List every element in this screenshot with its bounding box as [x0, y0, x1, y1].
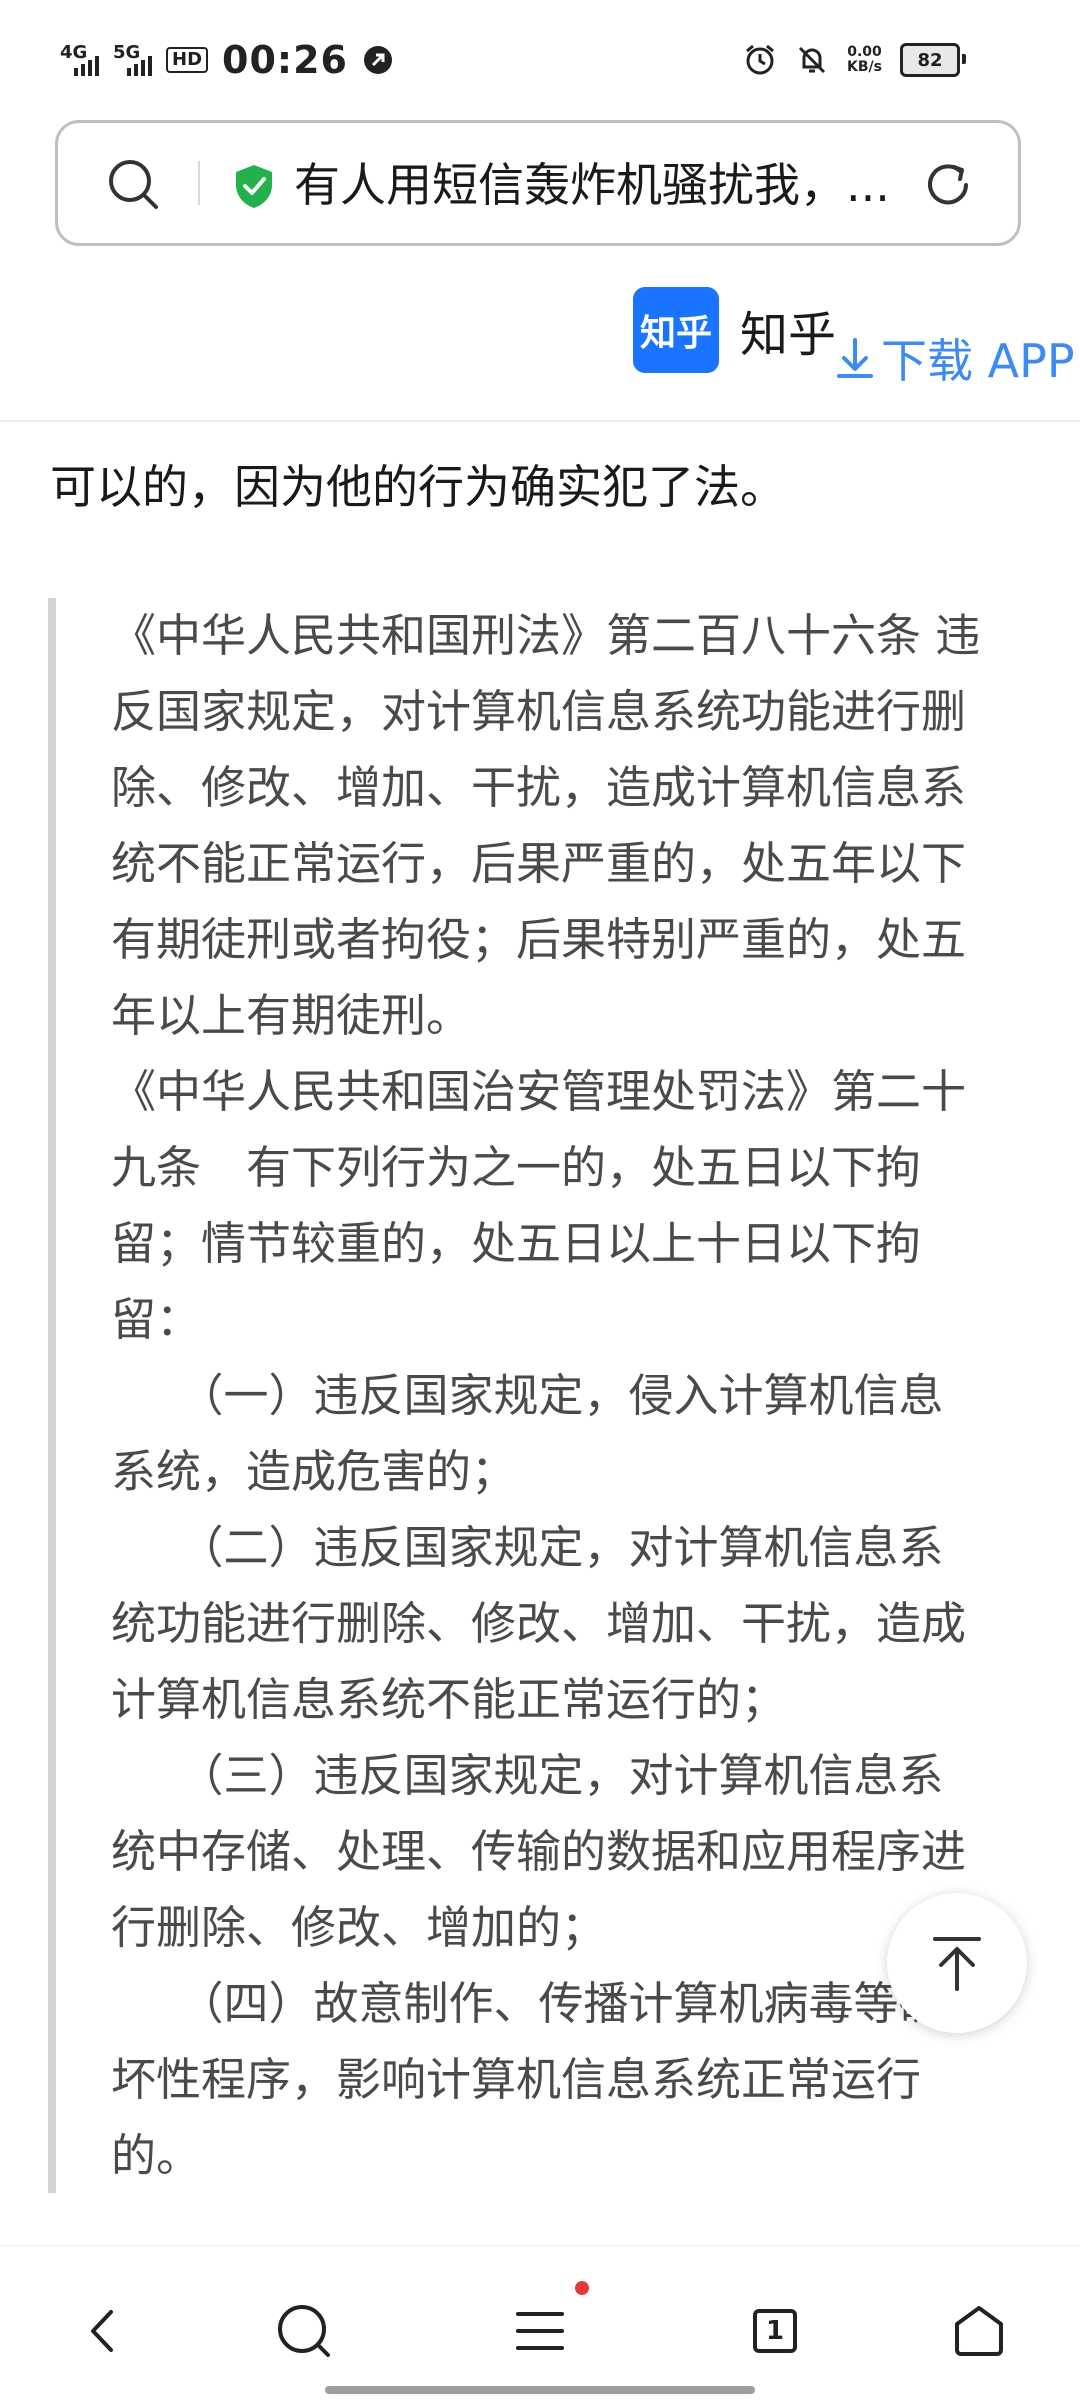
speed-unit: KB/s: [847, 59, 882, 75]
site-header: 知乎 知乎 下载 APP: [0, 285, 1080, 422]
download-label: 下载 APP: [881, 334, 1075, 388]
tabs-count: 1: [765, 2316, 785, 2346]
arrow-up-icon: [933, 1937, 981, 1991]
bottom-nav: 1: [0, 2245, 1080, 2401]
quote-line: 统中存储、处理、传输的数据和应用程序进: [111, 1825, 967, 1878]
home-icon: [955, 2306, 1003, 2356]
quote-line: 坏性程序，影响计算机信息系统正常运行: [111, 2053, 922, 2106]
download-icon: [837, 338, 873, 378]
quote-line: 统不能正常运行，后果严重的，处五年以下: [111, 837, 967, 890]
mute-bell-icon: [798, 46, 826, 74]
menu-icon: [516, 2312, 564, 2350]
status-bar: 4G 5G HD 00:26 0.00 KB/s 82: [0, 0, 1080, 110]
quote-line: （一）违反国家规定，侵入计算机信息: [111, 1369, 944, 1422]
quote-line: 《中华人民共和国治安管理处罚法》第二十: [111, 1065, 967, 1118]
url-text[interactable]: 有人用短信轰炸机骚扰我，...: [294, 153, 914, 217]
signal-5g: 5G: [113, 44, 152, 76]
site-name: 知乎: [740, 307, 837, 363]
alarm-icon: [746, 44, 774, 75]
quote-line: 统功能进行删除、修改、增加、干扰，造成: [111, 1597, 967, 1650]
clock: 00:26: [222, 38, 348, 82]
quote-line: 留：: [111, 1293, 202, 1346]
home-button[interactable]: [944, 2296, 1014, 2366]
signal-4g: 4G: [60, 44, 99, 76]
quote-line: 反国家规定，对计算机信息系统功能进行删: [111, 685, 967, 738]
shield-check-icon: [236, 165, 272, 208]
status-right: 0.00 KB/s 82: [743, 38, 966, 82]
answer-text: 可以的，因为他的行为确实犯了法。: [50, 460, 786, 514]
quote-line: （三）违反国家规定，对计算机信息系: [111, 1749, 944, 1802]
quote-line: 计算机信息系统不能正常运行的；: [111, 1673, 787, 1726]
quote-line: 的。: [111, 2129, 202, 2182]
search-icon[interactable]: [106, 157, 160, 211]
tabs-icon: 1: [753, 2309, 797, 2353]
hd-voice-icon: HD: [166, 47, 209, 73]
quote-line: 年以上有期徒刑。: [111, 989, 472, 1042]
quote-line: 系统，造成危害的；: [111, 1445, 517, 1498]
battery-level: 82: [917, 49, 943, 71]
speed-value: 0.00: [847, 44, 882, 60]
home-indicator[interactable]: [325, 2386, 755, 2394]
back-button[interactable]: [68, 2296, 138, 2366]
battery-icon: 82: [900, 43, 966, 77]
quote-line: 除、修改、增加、干扰，造成计算机信息系: [111, 761, 967, 814]
status-left: 4G 5G HD 00:26: [60, 30, 394, 90]
notification-dot: [575, 2281, 589, 2295]
search-icon: [278, 2305, 330, 2357]
signal-bars-icon: [74, 56, 99, 76]
vpn-icon: [363, 46, 392, 74]
address-bar[interactable]: 有人用短信轰炸机骚扰我，...: [55, 120, 1021, 246]
download-app-button[interactable]: 下载 APP: [835, 325, 1075, 391]
network-speed: 0.00 KB/s: [847, 45, 882, 75]
quote-line: （二）违反国家规定，对计算机信息系: [111, 1521, 944, 1574]
back-to-top-button[interactable]: [887, 1893, 1027, 2033]
zhihu-logo[interactable]: 知乎: [633, 287, 719, 373]
chevron-left-icon: [91, 2310, 113, 2352]
menu-button[interactable]: [505, 2296, 575, 2366]
quote-line: 有期徒刑或者拘役；后果特别严重的，处五: [111, 913, 967, 966]
search-button[interactable]: [269, 2296, 339, 2366]
quote-line: 《中华人民共和国刑法》第二百八十六条 违: [111, 609, 981, 662]
refresh-icon[interactable]: [920, 157, 976, 213]
quote-line: 九条 有下列行为之一的，处五日以下拘: [111, 1141, 922, 1194]
signal-bars-icon: [127, 56, 152, 76]
quote-line: 留；情节较重的，处五日以上十日以下拘: [111, 1217, 922, 1270]
divider: [198, 161, 200, 205]
tabs-button[interactable]: 1: [740, 2296, 810, 2366]
